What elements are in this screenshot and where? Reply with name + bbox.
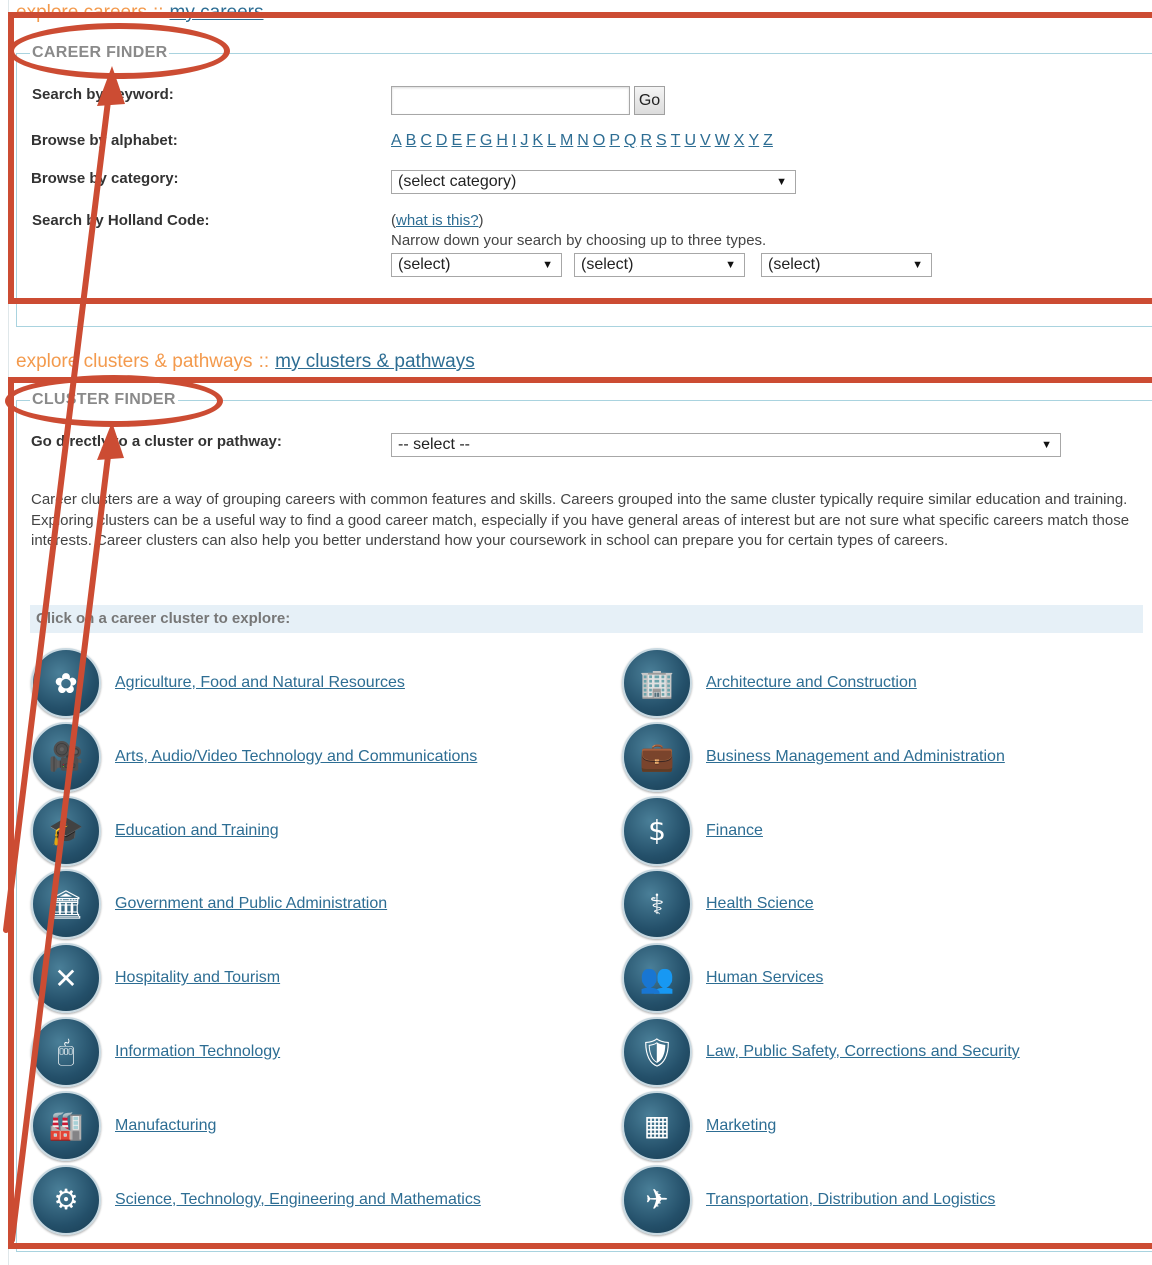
- annotation-arrowhead-1: [97, 66, 125, 106]
- annotation-arrow-line-1: [3, 82, 113, 933]
- annotation-arrowhead-2: [97, 422, 124, 460]
- annotation-arrow-line-2: [9, 437, 113, 1243]
- annotation-arrows: [3, 66, 125, 1243]
